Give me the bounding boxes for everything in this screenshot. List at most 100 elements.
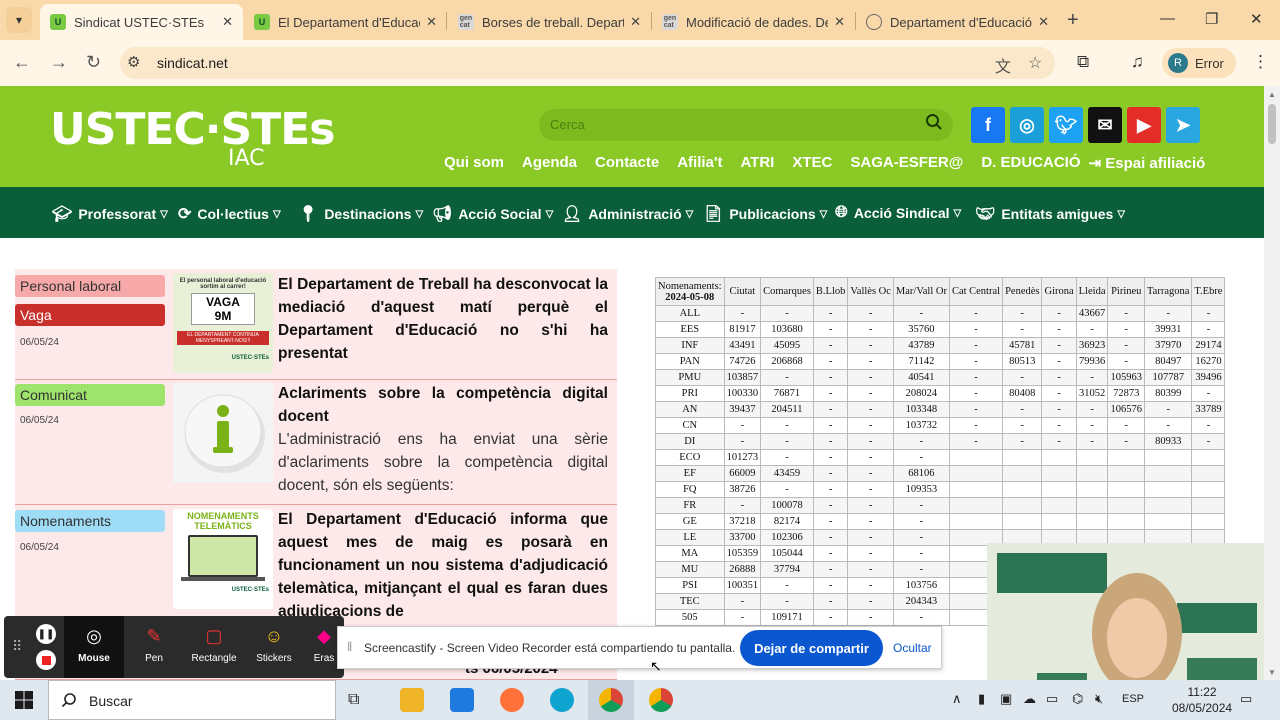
extensions-icon[interactable]: ⧉: [1077, 52, 1089, 72]
network-icon[interactable]: ⌬: [1072, 691, 1083, 707]
table-cell: 79936: [1075, 353, 1109, 370]
back-arrow-icon[interactable]: ←: [13, 52, 31, 73]
tool-pen[interactable]: ✎ Pen: [124, 616, 184, 678]
twitter-icon[interactable]: 🐦︎: [1049, 107, 1083, 143]
windows-start-icon[interactable]: [14, 690, 34, 710]
edge-icon[interactable]: [550, 688, 574, 712]
nav-accio-sindical[interactable]: 🌐︎ Acció Sindical ▽: [835, 204, 961, 222]
tray-chevron-icon[interactable]: ∧: [952, 691, 962, 707]
nav-publicacions[interactable]: 📄︎ Publicacions ▽: [703, 204, 827, 224]
language-indicator[interactable]: ESP: [1122, 693, 1144, 705]
firefox-icon[interactable]: [500, 688, 524, 712]
scrollbar-thumb[interactable]: [1268, 104, 1276, 144]
news-headline[interactable]: Aclariments sobre la competència digital…: [278, 382, 608, 428]
site-search-input[interactable]: [539, 109, 953, 141]
close-icon[interactable]: ✕: [834, 14, 845, 30]
tab-departament-educacio-2[interactable]: Departament d'Educació ✕: [856, 4, 1059, 40]
page-scrollbar[interactable]: ▲ ▼: [1264, 86, 1280, 680]
site-logo[interactable]: USTEC·STEs: [50, 104, 335, 155]
link-contacte[interactable]: Contacte: [595, 154, 659, 172]
telegram-icon[interactable]: ➤: [1166, 107, 1200, 143]
volume-icon[interactable]: 🔇︎: [1095, 691, 1103, 707]
tab-borses-treball[interactable]: gen cat Borses de treball. Depart ✕: [448, 4, 651, 40]
device-icon[interactable]: ▣: [1000, 691, 1012, 707]
tag-nomenaments[interactable]: Nomenaments: [15, 510, 165, 532]
drag-handle-icon[interactable]: ‖: [347, 639, 352, 654]
onedrive-icon[interactable]: ☁: [1023, 691, 1036, 707]
tab-search-button[interactable]: ▾: [6, 7, 32, 33]
news-headline[interactable]: El Departament de Treball ha desconvocat…: [278, 273, 608, 365]
forward-arrow-icon[interactable]: →: [50, 52, 68, 73]
clock[interactable]: 11:22 08/05/2024: [1172, 684, 1232, 716]
link-afilia[interactable]: Afilia't: [677, 154, 722, 172]
nav-destinacions[interactable]: 📍︎ Destinacions ▽: [298, 204, 423, 224]
tab-departament-educacio[interactable]: U El Departament d'Educac ✕: [244, 4, 447, 40]
file-explorer-icon[interactable]: [400, 688, 424, 712]
nav-collectius[interactable]: ⟳ Col·lectius ▽: [178, 204, 281, 224]
youtube-icon[interactable]: ▶: [1127, 107, 1161, 143]
reload-icon[interactable]: ↻: [86, 52, 101, 73]
minimize-button[interactable]: —: [1160, 10, 1175, 27]
news-headline[interactable]: El Departament d'Educació informa que aq…: [278, 508, 608, 623]
search-icon[interactable]: [925, 113, 943, 131]
stop-button[interactable]: [36, 650, 56, 670]
news-thumbnail[interactable]: [173, 383, 273, 483]
url-text[interactable]: sindicat.net: [157, 55, 228, 71]
nav-entitats-amigues[interactable]: 🤝︎ Entitats amigues ▽: [975, 204, 1125, 224]
store-icon[interactable]: [450, 688, 474, 712]
news-thumbnail[interactable]: NOMENAMENTS TELEMÀTICS USTEC·STEs: [173, 509, 273, 609]
close-icon[interactable]: ✕: [630, 14, 641, 30]
tag-personal-laboral[interactable]: Personal laboral: [15, 275, 165, 297]
nav-accio-social[interactable]: 📢︎ Acció Social ▽: [432, 204, 553, 224]
link-espai-afiliacio[interactable]: ⇥ Espai afiliació: [1089, 154, 1206, 172]
tool-stickers[interactable]: ☺ Stickers: [244, 616, 304, 678]
link-d-educacio[interactable]: D. EDUCACIÓ: [981, 154, 1080, 172]
link-atri[interactable]: ATRI: [740, 154, 774, 172]
bookmark-star-icon[interactable]: ☆: [1028, 53, 1042, 73]
tool-rectangle[interactable]: ▢ Rectangle: [184, 616, 244, 678]
profile-button[interactable]: R Error: [1162, 48, 1236, 78]
chrome-profile-icon[interactable]: [649, 688, 673, 712]
taskbar-search[interactable]: Buscar: [48, 680, 336, 720]
new-tab-button[interactable]: +: [1067, 9, 1079, 32]
news-item[interactable]: Personal laboral Vaga 06/05/24 El person…: [15, 269, 617, 380]
display-icon[interactable]: ▭: [1046, 691, 1058, 707]
mail-icon[interactable]: ✉: [1088, 107, 1122, 143]
close-window-button[interactable]: ✕: [1250, 10, 1263, 28]
translate-icon[interactable]: 文: [995, 53, 1011, 77]
news-item[interactable]: Comunicat 06/05/24 Aclariments sobre la …: [15, 380, 617, 505]
media-control-icon[interactable]: ♫: [1131, 52, 1144, 72]
link-xtec[interactable]: XTEC: [792, 154, 832, 172]
more-menu-icon[interactable]: ⋮: [1252, 52, 1269, 72]
link-qui-som[interactable]: Qui som: [444, 154, 504, 172]
stop-sharing-button[interactable]: Dejar de compartir: [740, 630, 883, 666]
hide-link[interactable]: Ocultar: [893, 641, 932, 655]
close-icon[interactable]: ✕: [1038, 14, 1049, 30]
table-cell: 33700: [723, 529, 762, 546]
facebook-icon[interactable]: f: [971, 107, 1005, 143]
tag-comunicat[interactable]: Comunicat: [15, 384, 165, 406]
close-icon[interactable]: ✕: [426, 14, 437, 30]
notifications-icon[interactable]: ▭: [1240, 691, 1252, 707]
scroll-up-icon[interactable]: ▲: [1268, 90, 1276, 99]
omnibox[interactable]: [120, 47, 1055, 79]
site-info-icon[interactable]: ⚙: [127, 53, 140, 71]
close-icon[interactable]: ✕: [222, 14, 233, 30]
chrome-icon[interactable]: [599, 688, 623, 712]
link-agenda[interactable]: Agenda: [522, 154, 577, 172]
drag-handle-icon[interactable]: ⠿: [12, 638, 22, 655]
nav-administracio[interactable]: 👤︎ Administració ▽: [562, 204, 693, 224]
news-thumbnail[interactable]: El personal laboral d'educació sortim al…: [173, 273, 273, 373]
instagram-icon[interactable]: ◎: [1010, 107, 1044, 143]
tab-modificacio-dades[interactable]: gen cat Modificació de dades. De ✕: [652, 4, 855, 40]
pause-icon[interactable]: ❚❚: [36, 624, 56, 644]
link-saga-esfera[interactable]: SAGA-ESFER@: [850, 154, 963, 172]
task-view-icon[interactable]: ⧉: [348, 691, 372, 715]
nav-professorat[interactable]: 🎓︎ Professorat ▽: [52, 204, 168, 224]
tab-sindicat[interactable]: U Sindicat USTEC·STEs ✕: [40, 4, 243, 40]
tool-mouse[interactable]: ◎ Mouse: [64, 616, 124, 678]
restore-button[interactable]: ❐: [1205, 10, 1218, 28]
usb-icon[interactable]: ▮: [978, 691, 985, 707]
scroll-down-icon[interactable]: ▼: [1268, 668, 1276, 677]
tag-vaga[interactable]: Vaga: [15, 304, 165, 326]
